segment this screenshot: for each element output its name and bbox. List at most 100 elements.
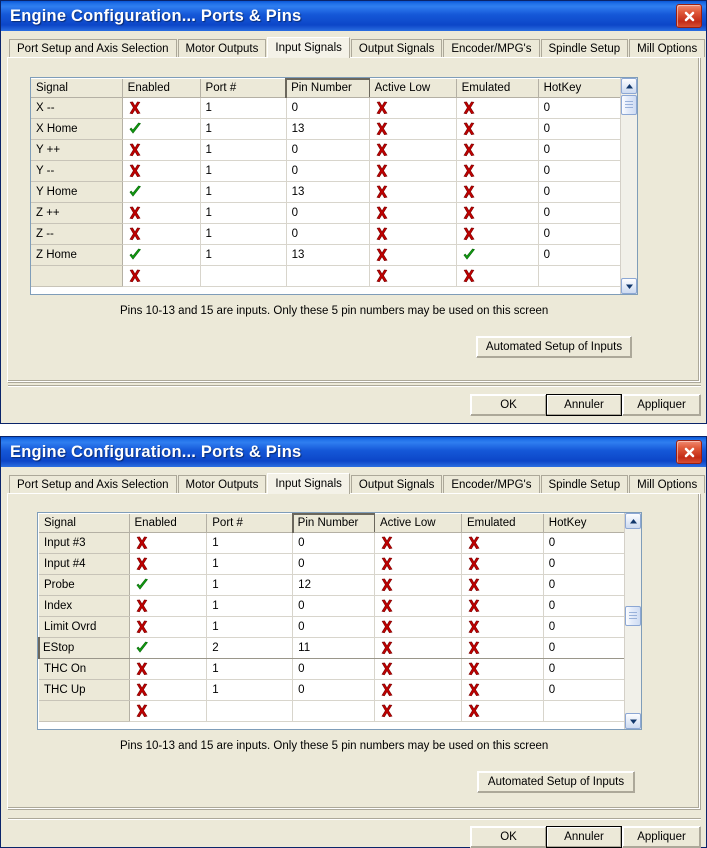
cell-pin-number[interactable]: 0 xyxy=(286,97,370,119)
red-cross-icon[interactable] xyxy=(128,143,142,157)
green-check-icon[interactable] xyxy=(128,122,142,136)
cell-active-low[interactable] xyxy=(374,700,462,722)
scrollbar-thumb-2[interactable] xyxy=(625,606,641,626)
red-cross-icon[interactable] xyxy=(128,101,142,115)
table-row[interactable]: X Home 1 13 0 xyxy=(31,118,637,140)
cell-emulated[interactable] xyxy=(456,118,539,140)
green-check-icon[interactable] xyxy=(462,248,476,262)
cell-signal[interactable]: Index xyxy=(39,595,130,617)
cell-port[interactable]: 1 xyxy=(206,679,294,701)
cell-pin-number[interactable]: 0 xyxy=(292,532,375,554)
tab-spindle-setup[interactable]: Spindle Setup xyxy=(540,39,629,57)
tab-port-setup-and-axis-selection[interactable]: Port Setup and Axis Selection xyxy=(9,39,177,57)
red-cross-icon[interactable] xyxy=(128,206,142,220)
cell-active-low[interactable] xyxy=(374,532,462,554)
cell-active-low[interactable] xyxy=(374,658,462,680)
cell-enabled[interactable] xyxy=(122,244,201,266)
red-cross-icon[interactable] xyxy=(135,536,149,550)
cell-emulated[interactable] xyxy=(461,574,544,596)
red-cross-icon[interactable] xyxy=(462,227,476,241)
cell-signal[interactable]: Limit Ovrd xyxy=(39,616,130,638)
cell-emulated[interactable] xyxy=(461,658,544,680)
table-row[interactable]: Y ++ 1 0 0 xyxy=(31,139,637,161)
cell-active-low[interactable] xyxy=(369,97,457,119)
red-cross-icon[interactable] xyxy=(467,704,481,718)
cell-active-low[interactable] xyxy=(374,636,462,659)
cell-pin-number[interactable] xyxy=(292,700,375,722)
red-cross-icon[interactable] xyxy=(467,536,481,550)
cell-enabled[interactable] xyxy=(129,658,208,680)
cell-active-low[interactable] xyxy=(374,553,462,575)
input-signals-grid-1[interactable]: Signal Enabled Port # Pin Number Active … xyxy=(30,77,638,295)
red-cross-icon[interactable] xyxy=(380,599,394,613)
red-cross-icon[interactable] xyxy=(467,641,481,655)
ok-button-2[interactable]: OK xyxy=(470,826,547,848)
tab-output-signals[interactable]: Output Signals xyxy=(350,39,443,57)
grid-vertical-scrollbar-2[interactable] xyxy=(624,513,641,729)
cell-emulated[interactable] xyxy=(461,595,544,617)
red-cross-icon[interactable] xyxy=(375,248,389,262)
cell-emulated[interactable] xyxy=(461,679,544,701)
red-cross-icon[interactable] xyxy=(375,122,389,136)
cell-port[interactable]: 1 xyxy=(200,97,287,119)
tab-encoder-mpg[interactable]: Encoder/MPG's xyxy=(443,39,540,57)
tab-input-signals[interactable]: Input Signals xyxy=(267,37,350,58)
cell-emulated[interactable] xyxy=(456,139,539,161)
table-row[interactable]: Probe 1 12 0 xyxy=(39,574,641,596)
cell-port[interactable]: 1 xyxy=(206,532,294,554)
red-cross-icon[interactable] xyxy=(380,620,394,634)
chevron-up-icon[interactable] xyxy=(621,78,637,94)
chevron-down-icon[interactable] xyxy=(625,713,641,729)
chevron-down-icon[interactable] xyxy=(621,278,637,294)
cell-signal[interactable]: X -- xyxy=(31,97,123,119)
col-header-enabled[interactable]: Enabled xyxy=(122,79,201,98)
cell-enabled[interactable] xyxy=(129,679,208,701)
table-row[interactable]: THC Up 1 0 0 xyxy=(39,679,641,701)
cell-enabled[interactable] xyxy=(129,595,208,617)
red-cross-icon[interactable] xyxy=(462,206,476,220)
col-header-pin-number[interactable]: Pin Number xyxy=(291,513,375,533)
cell-pin-number[interactable]: 0 xyxy=(292,595,375,617)
red-cross-icon[interactable] xyxy=(375,185,389,199)
tab-mill-options[interactable]: Mill Options xyxy=(629,39,706,57)
cell-signal[interactable]: Input #4 xyxy=(39,553,130,575)
green-check-icon[interactable] xyxy=(128,185,142,199)
cell-port[interactable]: 1 xyxy=(206,616,294,638)
cell-pin-number[interactable]: 0 xyxy=(286,223,370,245)
cell-signal[interactable] xyxy=(31,265,123,287)
tab-motor-outputs[interactable]: Motor Outputs xyxy=(177,475,267,493)
cell-signal[interactable]: EStop xyxy=(38,636,130,659)
cell-signal[interactable]: Y ++ xyxy=(31,139,123,161)
red-cross-icon[interactable] xyxy=(128,269,142,283)
table-row[interactable]: X -- 1 0 0 xyxy=(31,97,637,119)
red-cross-icon[interactable] xyxy=(380,704,394,718)
cell-signal[interactable]: Input #3 xyxy=(39,532,130,554)
table-row[interactable]: Z Home 1 13 0 xyxy=(31,244,637,266)
cell-active-low[interactable] xyxy=(369,139,457,161)
input-signals-grid-2[interactable]: Signal Enabled Port # Pin Number Active … xyxy=(37,512,642,730)
cell-pin-number[interactable]: 13 xyxy=(286,244,370,266)
apply-button-2[interactable]: Appliquer xyxy=(622,826,701,848)
cell-emulated[interactable] xyxy=(456,265,539,287)
grid-vertical-scrollbar-1[interactable] xyxy=(620,78,637,294)
cell-pin-number[interactable] xyxy=(286,265,370,287)
tab-motor-outputs[interactable]: Motor Outputs xyxy=(177,39,267,57)
red-cross-icon[interactable] xyxy=(380,641,394,655)
red-cross-icon[interactable] xyxy=(135,599,149,613)
cell-pin-number[interactable]: 0 xyxy=(286,160,370,182)
cell-enabled[interactable] xyxy=(122,181,201,203)
red-cross-icon[interactable] xyxy=(467,683,481,697)
automated-setup-of-inputs-button-2[interactable]: Automated Setup of Inputs xyxy=(477,771,635,793)
cell-port[interactable] xyxy=(200,265,287,287)
red-cross-icon[interactable] xyxy=(462,122,476,136)
cell-port[interactable]: 1 xyxy=(206,658,294,680)
cell-emulated[interactable] xyxy=(456,97,539,119)
cell-port[interactable]: 1 xyxy=(206,553,294,575)
red-cross-icon[interactable] xyxy=(375,164,389,178)
red-cross-icon[interactable] xyxy=(375,143,389,157)
red-cross-icon[interactable] xyxy=(375,101,389,115)
cell-pin-number[interactable]: 13 xyxy=(286,181,370,203)
cell-pin-number[interactable]: 11 xyxy=(292,636,375,659)
green-check-icon[interactable] xyxy=(128,248,142,262)
cell-port[interactable]: 2 xyxy=(206,636,294,659)
